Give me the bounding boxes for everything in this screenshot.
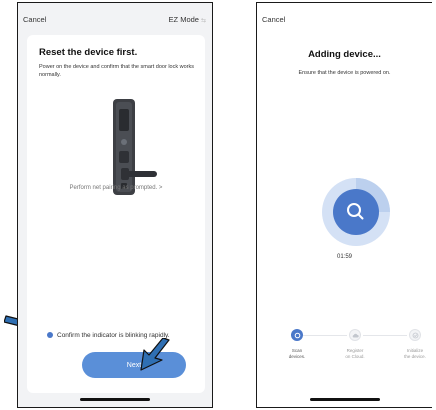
progress-steps: Scan devices. Register on Cloud. Initializ… bbox=[257, 329, 432, 369]
cancel-button[interactable]: Cancel bbox=[262, 15, 285, 24]
phone-reset-screen: Cancel EZ Mode ⇆ Reset the device first. … bbox=[17, 2, 213, 408]
pairing-help-link[interactable]: Perform net pairing as prompted. > bbox=[27, 185, 205, 191]
countdown-timer: 01:59 bbox=[336, 254, 352, 260]
annotation-arrow-next bbox=[140, 338, 170, 371]
cloud-icon bbox=[349, 329, 361, 341]
scanning-progress-icon bbox=[322, 178, 390, 246]
page-title: Adding device... bbox=[308, 49, 381, 60]
page-title: Reset the device first. bbox=[39, 47, 138, 58]
power-on-hint: Ensure that the device is powered on. bbox=[298, 70, 391, 76]
stage: Cancel EZ Mode ⇆ Reset the device first. … bbox=[0, 0, 436, 410]
step-initialize-device: Initialize the device. bbox=[395, 329, 432, 359]
step-scan-devices: Scan devices. bbox=[277, 329, 317, 359]
top-bar: Cancel bbox=[257, 3, 432, 33]
check-icon bbox=[409, 329, 421, 341]
home-indicator bbox=[80, 398, 150, 401]
instructions-text: Power on the device and confirm that the… bbox=[39, 64, 194, 78]
step-label: Register on Cloud. bbox=[345, 348, 365, 359]
step-label: Initialize the device. bbox=[404, 348, 426, 359]
scan-icon bbox=[291, 329, 303, 341]
top-bar: Cancel EZ Mode ⇆ bbox=[18, 3, 212, 33]
ez-mode-label: EZ Mode bbox=[168, 15, 199, 24]
step-register-cloud: Register on Cloud. bbox=[335, 329, 375, 359]
checkbox-checked-icon bbox=[47, 332, 53, 338]
swap-icon: ⇆ bbox=[200, 18, 206, 24]
cancel-button[interactable]: Cancel bbox=[23, 15, 46, 24]
step-label: Scan devices. bbox=[288, 348, 306, 359]
home-indicator bbox=[310, 398, 380, 401]
ez-mode-switch[interactable]: EZ Mode ⇆ bbox=[169, 15, 206, 24]
phone-adding-device-screen: Cancel Adding device... Ensure that the … bbox=[256, 2, 432, 408]
